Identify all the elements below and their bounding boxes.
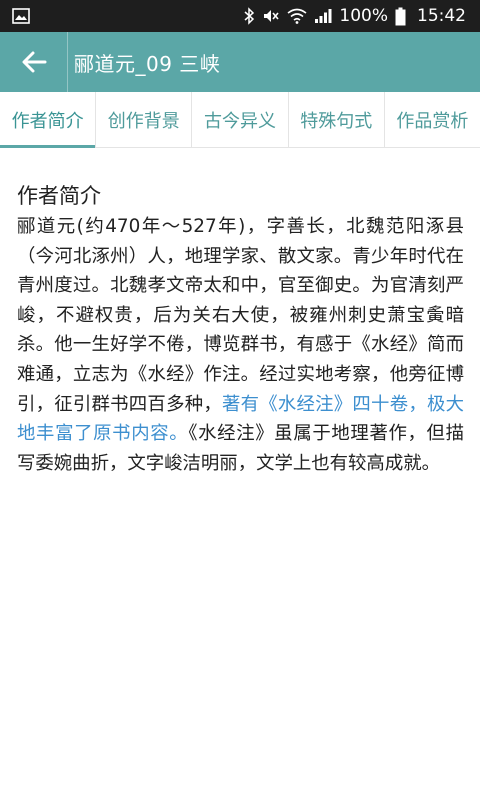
content-area: 作者简介 郦道元(约470年～527年)，字善长，北魏范阳涿县（今河北涿州）人，…	[0, 148, 480, 478]
status-right: 100% 15:42	[243, 6, 466, 26]
bluetooth-icon	[243, 7, 255, 25]
tab-word-meanings[interactable]: 古今异义	[192, 92, 289, 147]
signal-icon	[314, 8, 332, 24]
tab-author-intro[interactable]: 作者简介	[0, 92, 97, 148]
status-bar: 100% 15:42	[0, 0, 480, 32]
battery-icon	[395, 7, 406, 26]
back-button[interactable]	[0, 32, 68, 92]
tab-background[interactable]: 创作背景	[96, 92, 193, 147]
status-time: 15:42	[417, 6, 466, 26]
mute-icon	[262, 7, 280, 25]
wifi-icon	[287, 8, 307, 24]
arrow-left-icon	[22, 51, 46, 73]
app-bar: 郦道元_09 三峡	[0, 32, 480, 92]
author-bio-text: 郦道元(约470年～527年)，字善长，北魏范阳涿县（今河北涿州）人，地理学家、…	[17, 212, 464, 478]
page-title: 郦道元_09 三峡	[74, 51, 221, 76]
bio-text-part: 郦道元(约470年～527年)，字善长，北魏范阳涿县（今河北涿州）人，地理学家、…	[17, 216, 464, 415]
tab-bar: 作者简介 创作背景 古今异义 特殊句式 作品赏析	[0, 92, 480, 148]
tab-appreciation[interactable]: 作品赏析	[385, 92, 480, 147]
battery-percent: 100%	[339, 6, 388, 26]
image-icon	[12, 8, 30, 24]
status-left	[12, 8, 30, 24]
section-title: 作者简介	[17, 184, 101, 208]
tab-sentence-patterns[interactable]: 特殊句式	[289, 92, 385, 147]
